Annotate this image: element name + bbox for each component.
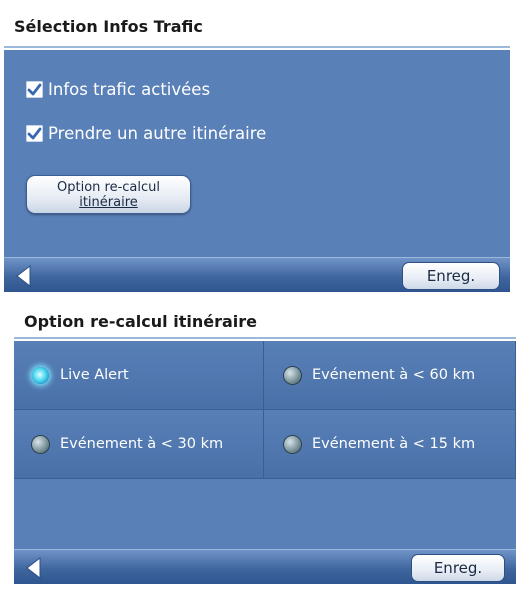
recalc-option-button[interactable]: Option re-calcul itinéraire — [26, 175, 191, 214]
bottom-toolbar: Enreg. — [14, 549, 516, 584]
recalc-button-line1: Option re-calcul — [57, 179, 160, 195]
traffic-enabled-label: Infos trafic activées — [48, 80, 211, 99]
checkmark-icon[interactable] — [26, 125, 43, 142]
back-arrow-icon[interactable] — [24, 556, 42, 580]
option-label: Live Alert — [60, 367, 129, 383]
back-arrow-icon[interactable] — [14, 264, 32, 288]
alternate-route-checkbox-row[interactable]: Prendre un autre itinéraire — [26, 124, 266, 143]
radio-button-icon[interactable] — [284, 435, 301, 453]
option-live-alert[interactable]: Live Alert — [14, 341, 264, 410]
radio-button-icon[interactable] — [284, 366, 301, 384]
save-button[interactable]: Enreg. — [402, 262, 500, 290]
checkmark-icon[interactable] — [26, 81, 43, 98]
save-button-label: Enreg. — [426, 267, 476, 285]
option-event-15km[interactable]: Evénement à < 15 km — [264, 410, 516, 479]
screen-title: Option re-calcul itinéraire — [14, 306, 516, 339]
option-label: Evénement à < 60 km — [312, 367, 476, 383]
radio-button-icon[interactable] — [32, 435, 49, 453]
option-label: Evénement à < 30 km — [60, 436, 224, 452]
traffic-selection-screen: Sélection Infos Trafic Infos trafic acti… — [4, 7, 510, 292]
recalc-button-line2: itinéraire — [79, 194, 138, 210]
alternate-route-label: Prendre un autre itinéraire — [48, 124, 267, 143]
empty-panel-area — [14, 479, 516, 549]
traffic-screen-title: Sélection Infos Trafic — [14, 17, 203, 36]
radio-button-icon[interactable] — [32, 366, 49, 384]
option-event-60km[interactable]: Evénement à < 60 km — [264, 341, 516, 410]
bottom-toolbar: Enreg. — [4, 257, 510, 292]
recalc-options-panel: Live Alert Evénement à < 60 km Evénement… — [14, 341, 516, 549]
recalc-screen-title: Option re-calcul itinéraire — [24, 312, 257, 331]
traffic-enabled-checkbox-row[interactable]: Infos trafic activées — [26, 80, 210, 99]
traffic-options-panel: Infos trafic activées Prendre un autre i… — [4, 50, 510, 257]
save-button[interactable]: Enreg. — [411, 554, 505, 582]
option-label: Evénement à < 15 km — [312, 436, 476, 452]
screen-title: Sélection Infos Trafic — [4, 7, 510, 48]
option-event-30km[interactable]: Evénement à < 30 km — [14, 410, 264, 479]
recalc-option-screen: Option re-calcul itinéraire Live Alert E… — [14, 306, 516, 584]
save-button-label: Enreg. — [433, 559, 483, 577]
